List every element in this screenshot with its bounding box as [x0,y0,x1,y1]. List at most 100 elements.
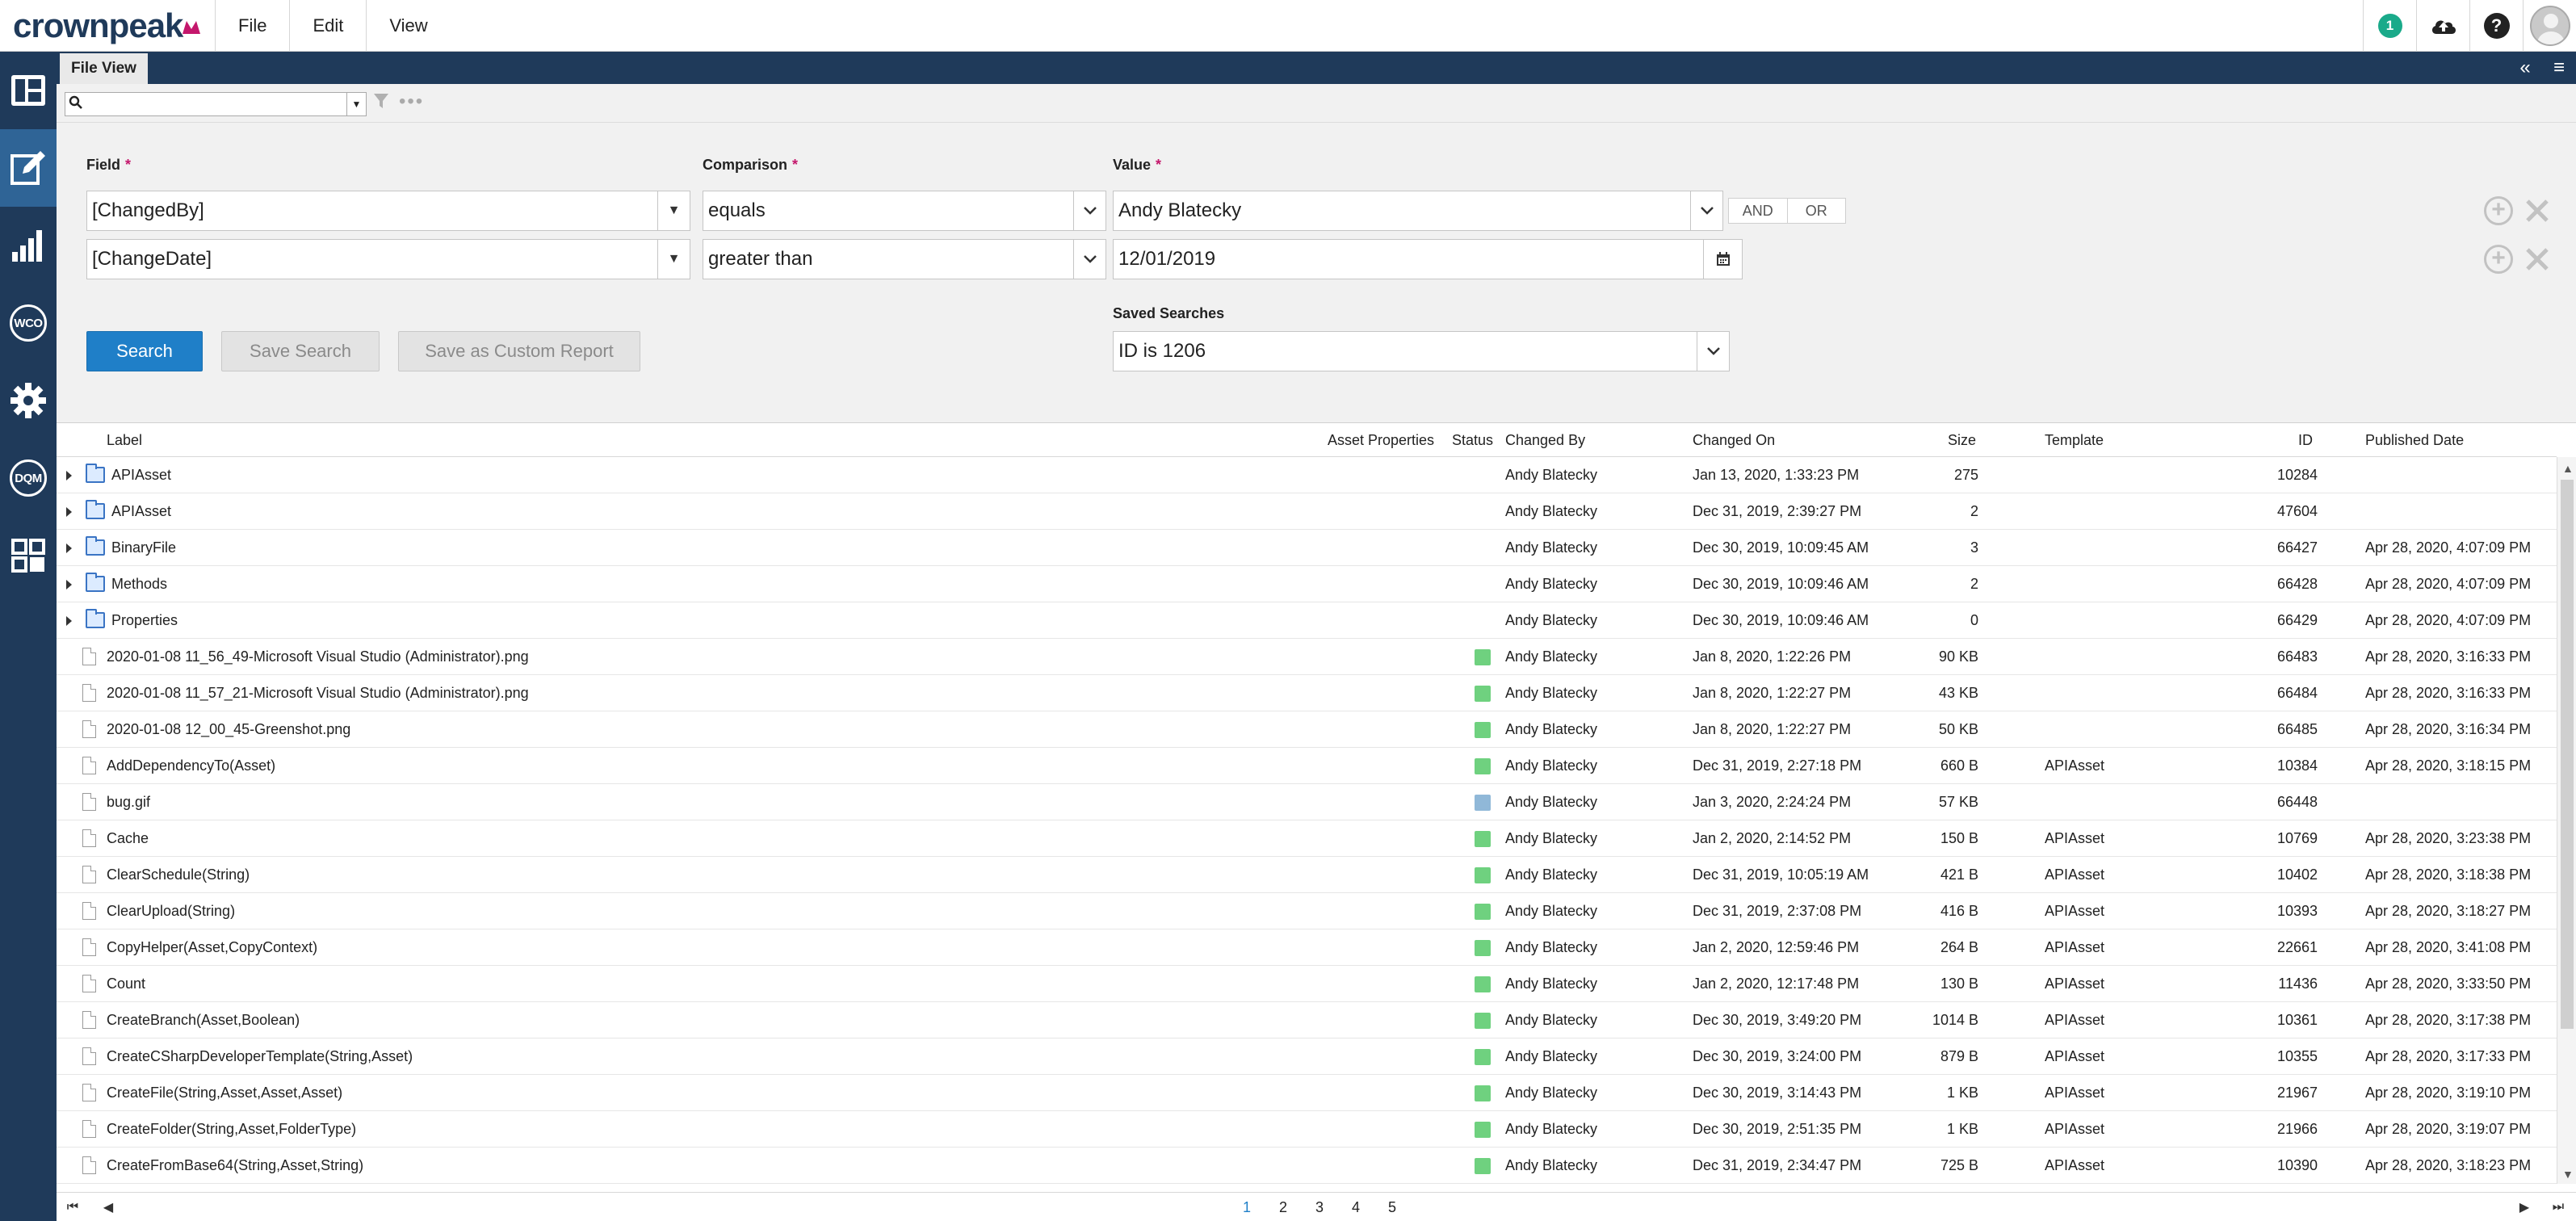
table-row[interactable]: 2020-01-08 11_56_49-Microsoft Visual Stu… [57,639,2557,675]
cell-label[interactable]: BinaryFile [111,530,176,566]
scroll-up-icon[interactable]: ▲ [2562,462,2574,475]
cell-label[interactable]: AddDependencyTo(Asset) [107,748,275,784]
table-row[interactable]: AddDependencyTo(Asset) Andy Blatecky Dec 3… [57,748,2557,784]
cell-label[interactable]: ClearSchedule(String) [107,857,250,893]
sidebar-settings[interactable] [0,362,57,439]
table-row[interactable]: CreateBranch(Asset,Boolean) Andy Blatecky… [57,1002,2557,1038]
cell-label[interactable]: bug.gif [107,784,150,820]
quick-search-dropdown-icon[interactable]: ▼ [346,93,366,115]
table-row[interactable]: APIAsset Andy Blatecky Dec 31, 2019, 2:39:… [57,493,2557,530]
column-header-asset-properties[interactable]: Asset Properties [1328,423,1434,457]
and-toggle[interactable]: AND [1729,199,1788,223]
cell-label[interactable]: Properties [111,602,178,639]
column-header-published-date[interactable]: Published Date [2365,423,2464,457]
table-row[interactable]: APIAsset Andy Blatecky Jan 13, 2020, 1:33:… [57,457,2557,493]
column-header-id[interactable]: ID [2298,423,2313,457]
table-row[interactable]: CreateCSharpDeveloperTemplate(String,Ass… [57,1038,2557,1075]
field-select-2[interactable]: [ChangeDate] ▼ [86,239,690,279]
table-row[interactable]: CreateFolder(String,Asset,FolderType) And… [57,1111,2557,1148]
cell-label[interactable]: 2020-01-08 11_56_49-Microsoft Visual Stu… [107,639,529,675]
column-header-changed-on[interactable]: Changed On [1693,423,1775,457]
cell-label[interactable]: 2020-01-08 11_57_21-Microsoft Visual Stu… [107,675,529,711]
expand-arrow-icon[interactable] [66,616,72,626]
sidebar-apps[interactable] [0,517,57,594]
cell-label[interactable]: CreateFromBase64(String,Asset,String) [107,1148,363,1184]
cloud-upload-button[interactable] [2416,0,2469,52]
table-row[interactable]: Cache Andy Blatecky Jan 2, 2020, 2:14:52 P… [57,820,2557,857]
save-search-button[interactable]: Save Search [221,331,380,371]
column-header-label[interactable]: Label [107,423,142,457]
save-custom-report-button[interactable]: Save as Custom Report [398,331,640,371]
column-header-status[interactable]: Status [1452,423,1493,457]
cell-label[interactable]: CreateFile(String,Asset,Asset,Asset) [107,1075,342,1111]
menu-edit[interactable]: Edit [289,0,366,52]
cell-label[interactable]: CreateBranch(Asset,Boolean) [107,1002,300,1038]
first-page-button[interactable]: ⏮ [57,1193,89,1221]
page-number[interactable]: 1 [1231,1193,1263,1221]
expand-arrow-icon[interactable] [66,471,72,480]
cell-label[interactable]: CopyHelper(Asset,CopyContext) [107,929,317,966]
sidebar-dqm[interactable]: DQM [0,439,57,517]
tab-file-view[interactable]: File View [60,53,148,84]
collapse-panel-icon[interactable]: « [2508,57,2542,79]
last-page-button[interactable]: ⏭ [2542,1193,2574,1221]
field-select-1[interactable]: [ChangedBy] ▼ [86,191,690,231]
table-row[interactable]: Count Andy Blatecky Jan 2, 2020, 12:17:48 … [57,966,2557,1002]
menu-view[interactable]: View [366,0,450,52]
table-row[interactable]: 2020-01-08 11_57_21-Microsoft Visual Stu… [57,675,2557,711]
remove-row-button-1[interactable] [2521,195,2553,227]
scroll-down-icon[interactable]: ▼ [2562,1168,2574,1181]
cell-label[interactable]: Count [107,966,145,1002]
sidebar-reports[interactable] [0,207,57,284]
expand-arrow-icon[interactable] [66,580,72,590]
cell-label[interactable]: 2020-01-08 12_00_45-Greenshot.png [107,711,350,748]
remove-row-button-2[interactable] [2521,243,2553,275]
add-row-button-1[interactable]: + [2482,195,2515,227]
table-row[interactable]: CopyHelper(Asset,CopyContext) Andy Blatec… [57,929,2557,966]
value-select-1[interactable]: Andy Blatecky [1113,191,1723,231]
cell-label[interactable]: APIAsset [111,493,171,530]
or-toggle[interactable]: OR [1788,199,1846,223]
more-options-icon[interactable]: ••• [399,90,424,113]
menu-file[interactable]: File [215,0,289,52]
comparison-select-1[interactable]: equals [703,191,1106,231]
table-row[interactable]: 2020-01-08 12_00_45-Greenshot.png Andy Bl… [57,711,2557,748]
table-row[interactable]: Methods Andy Blatecky Dec 30, 2019, 10:09:… [57,566,2557,602]
column-header-template[interactable]: Template [2045,423,2104,457]
help-button[interactable]: ? [2469,0,2523,52]
date-input-2[interactable]: 12/01/2019 [1113,239,1743,279]
page-number[interactable]: 3 [1303,1193,1336,1221]
crownpeak-logo[interactable]: crownpeak [0,0,215,52]
comparison-select-2[interactable]: greater than [703,239,1106,279]
user-menu-button[interactable] [2523,0,2576,52]
table-row[interactable]: bug.gif Andy Blatecky Jan 3, 2020, 2:24:24… [57,784,2557,820]
prev-page-button[interactable]: ◀ [92,1193,124,1221]
cell-label[interactable]: ClearUpload(String) [107,893,235,929]
quick-search-input[interactable] [86,94,346,115]
table-row[interactable]: CreateFile(String,Asset,Asset,Asset) Andy… [57,1075,2557,1111]
vertical-scrollbar[interactable]: ▲ ▼ [2557,457,2576,1184]
cell-label[interactable]: Cache [107,820,149,857]
sidebar-wco[interactable]: WCO [0,284,57,362]
scrollbar-thumb[interactable] [2561,480,2574,1029]
cell-label[interactable]: Methods [111,566,167,602]
expand-arrow-icon[interactable] [66,543,72,553]
column-header-changed-by[interactable]: Changed By [1505,423,1585,457]
page-number[interactable]: 2 [1267,1193,1299,1221]
table-row[interactable]: BinaryFile Andy Blatecky Dec 30, 2019, 10:… [57,530,2557,566]
table-row[interactable]: CreateFromBase64(String,Asset,String) And… [57,1148,2557,1184]
cell-label[interactable]: CreateCSharpDeveloperTemplate(String,Ass… [107,1038,413,1075]
table-row[interactable]: ClearUpload(String) Andy Blatecky Dec 31, … [57,893,2557,929]
sidebar-dashboard[interactable] [0,52,57,129]
add-row-button-2[interactable]: + [2482,243,2515,275]
cell-label[interactable]: APIAsset [111,457,171,493]
next-page-button[interactable]: ▶ [2508,1193,2540,1221]
column-header-size[interactable]: Size [1948,423,1976,457]
calendar-icon[interactable] [1703,240,1742,279]
notifications-button[interactable]: 1 [2363,0,2416,52]
table-row[interactable]: Properties Andy Blatecky Dec 30, 2019, 10:… [57,602,2557,639]
hamburger-menu-icon[interactable]: ≡ [2542,57,2576,79]
expand-arrow-icon[interactable] [66,507,72,517]
sidebar-edit[interactable] [0,129,57,207]
page-number[interactable]: 4 [1340,1193,1372,1221]
